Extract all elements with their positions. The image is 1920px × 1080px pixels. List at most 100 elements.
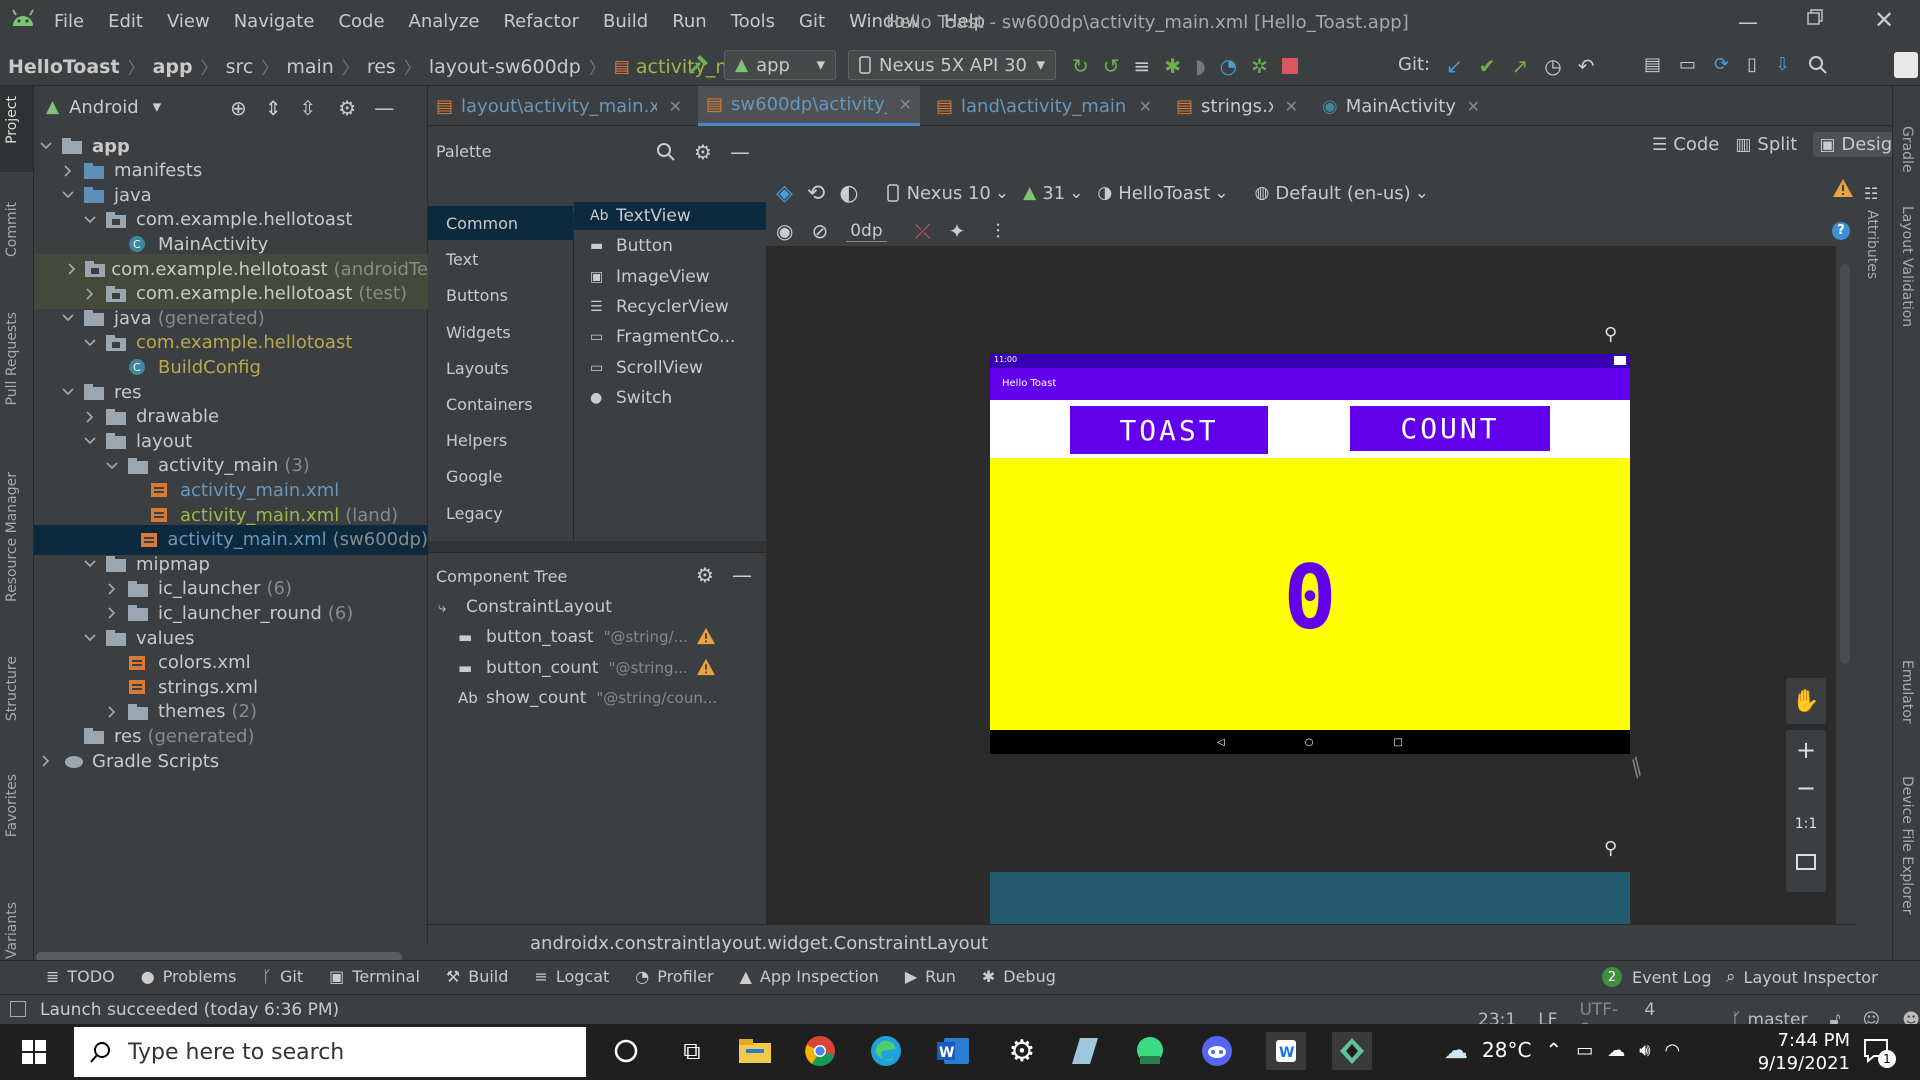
tool-tab-gradle[interactable]: Gradle [1899,126,1915,173]
zoom-fit-icon[interactable] [1796,854,1816,870]
component-tree-item[interactable]: ▬ button_toast "@string/... [428,623,766,651]
palette-widget[interactable]: ▬ Button [574,232,766,260]
tool-tab-favorites[interactable]: Favorites [4,774,20,837]
status-message[interactable]: Launch succeeded (today 6:36 PM) [40,1000,339,1020]
tool-window-app-inspection[interactable]: ▲ App Inspection [740,967,879,986]
palette-category[interactable]: Widgets [428,315,573,349]
close-tab-icon[interactable]: ✕ [899,95,912,114]
close-tab-icon[interactable]: ✕ [1467,97,1480,116]
breadcrumb-item[interactable]: res [367,56,396,78]
theme-select[interactable]: ◑ HelloToast ⌄ [1097,183,1228,204]
restore-button[interactable] [1806,8,1824,26]
split-mode-button[interactable]: ▥ Split [1735,134,1797,155]
close-tab-icon[interactable]: ✕ [1285,97,1298,116]
chevron-right-icon[interactable] [80,407,100,427]
palette-widget[interactable]: ☰ RecyclerView [574,293,766,321]
git-push-icon[interactable]: ↗ [1512,54,1529,78]
chevron-down-icon[interactable] [80,431,100,451]
palette-category[interactable]: Common [428,206,573,240]
tool-tab-structure[interactable]: Structure [4,656,20,721]
palette-widget[interactable]: Ab TextView [574,202,766,230]
project-view-select[interactable]: ▲ Android ▾ [46,92,161,122]
tool-window-debug[interactable]: ✱ Debug [982,967,1056,986]
chevron-down-icon[interactable] [80,210,100,230]
close-tab-icon[interactable]: ✕ [669,97,682,116]
editor-tab[interactable]: ▤ strings.xml ✕ [1168,86,1306,126]
hide-panel-icon[interactable]: — [730,140,750,164]
settings-icon[interactable]: ⚙ [694,140,712,164]
menu-item-run[interactable]: Run [672,11,707,32]
stop-icon[interactable] [1281,58,1298,74]
tool-tab-layout-validation[interactable]: Layout Validation [1899,206,1915,327]
palette-splitter[interactable] [428,541,766,552]
minimize-button[interactable]: — [1738,10,1758,34]
settings-icon[interactable]: ⚙ [338,96,356,120]
git-update-icon[interactable]: ↙ [1446,54,1463,78]
hide-panel-icon[interactable]: — [732,563,752,587]
tool-tab-project[interactable]: Project [4,96,20,144]
apply-code-changes-icon[interactable]: ≡ [1134,54,1151,78]
autoconnect-icon[interactable]: ⊘ [811,219,828,243]
chevron-down-icon[interactable] [80,628,100,648]
discord-icon[interactable] [1200,1035,1240,1067]
pan-icon[interactable]: ✋ [1786,678,1826,724]
warning-icon[interactable] [1832,178,1854,198]
run-config-select[interactable]: ▲ app ▾ [724,50,836,80]
notification-center-icon[interactable]: 1 [1862,1036,1896,1068]
tool-window-build[interactable]: ⚒ Build [446,967,509,986]
taskbar-clock[interactable]: 7:44 PM 9/19/2021 [1740,1030,1850,1074]
chevron-down-icon[interactable] [80,333,100,353]
help-icon[interactable]: ? [1832,222,1850,240]
event-log-tab[interactable]: 2 Event Log [1602,967,1712,987]
chevron-down-icon[interactable] [58,382,78,402]
menu-item-code[interactable]: Code [338,11,384,32]
tool-window-problems[interactable]: ● Problems [141,967,237,986]
breadcrumb-item[interactable]: HelloToast [8,56,120,78]
chevron-right-icon[interactable] [102,603,122,623]
settings-icon[interactable]: ⚙ [696,563,714,587]
default-margin-field[interactable]: 0dp [846,221,887,242]
avd-manager-icon[interactable]: ▭ [1679,54,1696,75]
tool-window-profiler[interactable]: ◔ Profiler [635,967,713,986]
edge-icon[interactable] [870,1035,910,1067]
palette-category[interactable]: Layouts [428,351,573,385]
menu-item-view[interactable]: View [167,11,210,32]
git-commit-icon[interactable]: ✔ [1479,54,1496,78]
file-explorer-icon[interactable] [738,1037,778,1065]
debug-attach-icon[interactable]: ✲ [1251,54,1268,78]
device-preview-select[interactable]: Nexus 10 ⌄ [886,183,1009,204]
palette-category[interactable]: Containers [428,387,573,421]
android-studio-taskbar-icon[interactable] [1134,1036,1174,1066]
notepad-icon[interactable] [1068,1036,1108,1066]
menu-item-git[interactable]: Git [799,11,825,32]
weather-temp[interactable]: 28°C [1482,1038,1531,1062]
chevron-right-icon[interactable] [102,702,122,722]
tree-node[interactable]: Gradle Scripts [34,746,428,776]
cloud-sync-icon[interactable]: ☁ [1607,1040,1625,1061]
chevron-right-icon[interactable] [80,284,100,304]
attach-debugger-icon[interactable]: ◗ [1195,54,1206,78]
chevron-right-icon[interactable] [102,579,122,599]
chrome-icon[interactable] [804,1035,844,1067]
infer-constraints-icon[interactable]: ✦ [949,219,966,243]
weather-cloud-icon[interactable]: ☁ [1444,1036,1468,1064]
chevron-down-icon[interactable] [36,136,56,156]
guidelines-icon[interactable]: ⫶ [995,219,1000,243]
blueprint-preview[interactable] [990,872,1630,926]
battery-icon[interactable]: ▭ [1576,1040,1593,1061]
tool-tab-variants[interactable]: Variants [4,902,20,959]
menu-item-build[interactable]: Build [603,11,648,32]
design-canvas[interactable]: ⚲ 11:00 Hello Toast TOAST COUNT 0 ◁ ○ □ … [766,246,1850,926]
breadcrumb-item[interactable]: layout-sw600dp [429,56,581,78]
close-tab-icon[interactable]: ✕ [1139,97,1152,116]
wifi-icon[interactable]: ◠ [1665,1040,1681,1061]
menu-item-tools[interactable]: Tools [731,11,775,32]
tray-expand-icon[interactable]: ⌃ [1545,1038,1562,1062]
count-button[interactable]: COUNT [1350,406,1550,451]
taskbar-search-box[interactable]: Type here to search [74,1027,586,1077]
palette-category[interactable]: Google [428,459,573,493]
palette-category[interactable]: Text [428,242,573,276]
night-mode-icon[interactable]: ◐ [839,181,858,206]
settings-icon[interactable]: ⚙ [1002,1034,1042,1069]
locale-select[interactable]: ◍ Default (en-us) ⌄ [1254,183,1428,204]
